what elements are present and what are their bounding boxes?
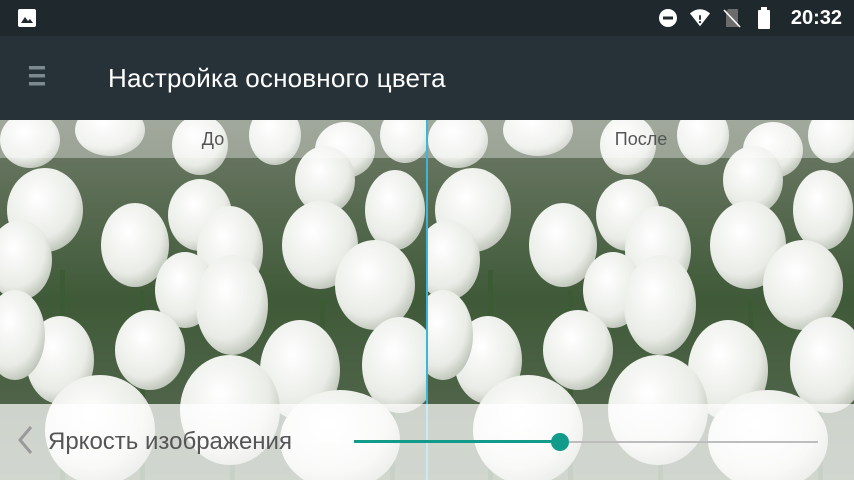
- brightness-control: Яркость изображения: [0, 404, 854, 480]
- slider-thumb[interactable]: [551, 433, 569, 451]
- status-bar: 20:32: [0, 0, 854, 36]
- back-button[interactable]: [12, 422, 38, 462]
- after-label-bar: После: [428, 120, 854, 158]
- menu-button[interactable]: [2, 36, 72, 120]
- before-label: До: [201, 128, 225, 149]
- before-label-bar: До: [0, 120, 426, 158]
- wifi-icon: [689, 7, 711, 29]
- image-icon: [16, 7, 38, 29]
- brightness-label: Яркость изображения: [48, 428, 292, 455]
- slider-fill: [354, 440, 560, 443]
- brightness-slider[interactable]: [354, 404, 818, 480]
- no-sim-icon: [721, 7, 743, 29]
- chevron-left-icon: [17, 425, 33, 460]
- status-time: 20:32: [790, 6, 842, 29]
- app-bar: Настройка основного цвета: [0, 36, 854, 120]
- battery-icon: [753, 7, 775, 29]
- after-label: После: [614, 128, 668, 149]
- page-title: Настройка основного цвета: [108, 62, 446, 93]
- do-not-disturb-icon: [657, 7, 679, 29]
- menu-icon: [29, 64, 45, 93]
